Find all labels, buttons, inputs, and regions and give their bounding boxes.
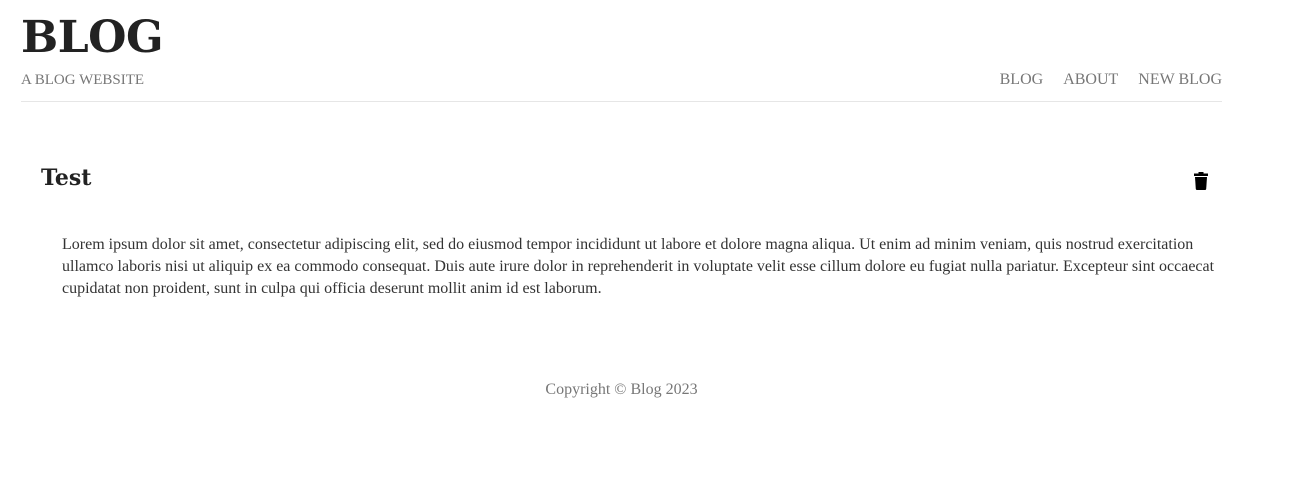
site-tagline: A BLOG WEBSITE [21, 72, 145, 88]
nav-link-new-blog[interactable]: NEW BLOG [1138, 71, 1222, 89]
delete-post-button[interactable] [1191, 170, 1211, 192]
main-nav: BLOG ABOUT NEW BLOG [1000, 71, 1222, 89]
post-title: Test [41, 165, 92, 191]
site-header: BLOG A BLOG WEBSITE BLOG ABOUT NEW BLOG [21, 0, 1222, 102]
nav-link-blog[interactable]: BLOG [1000, 71, 1044, 89]
nav-link-about[interactable]: ABOUT [1063, 71, 1118, 89]
post-body: Lorem ipsum dolor sit amet, consectetur … [62, 236, 1215, 297]
trash-icon [1194, 172, 1208, 190]
site-footer: Copyright © Blog 2023 [0, 380, 1243, 400]
site-title[interactable]: BLOG [21, 10, 164, 66]
copyright-text: Copyright © Blog 2023 [545, 381, 698, 398]
